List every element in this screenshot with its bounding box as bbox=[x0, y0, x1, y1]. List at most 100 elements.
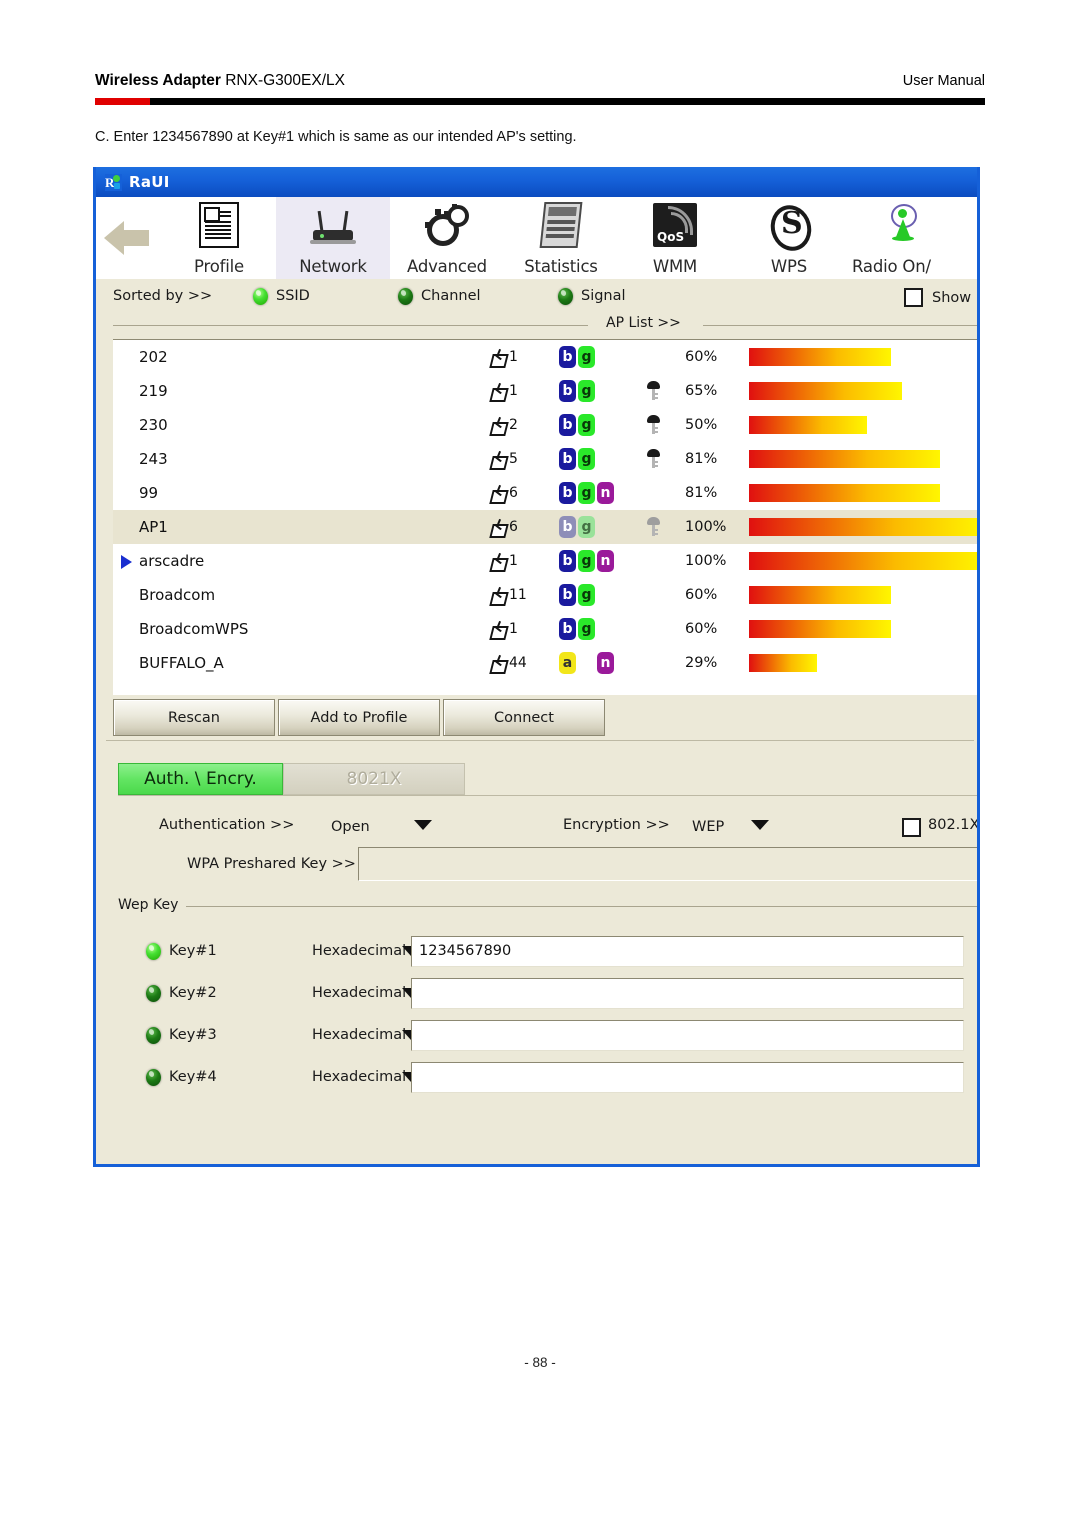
mode-badge-g: g bbox=[578, 414, 595, 436]
show-checkbox-group[interactable]: Show bbox=[904, 288, 971, 307]
wep-key-row: Key#1 Hexadecimal 1234567890 bbox=[118, 931, 977, 971]
toolbar-item-radio-toggle[interactable]: Radio On/ bbox=[846, 197, 960, 279]
toolbar-label-network: Network bbox=[299, 257, 367, 276]
wep-key-radio-3[interactable]: Key#3 bbox=[118, 1026, 217, 1044]
wep-key-format-dropdown[interactable] bbox=[319, 1072, 420, 1082]
key-lock-icon bbox=[647, 381, 660, 401]
ap-mode-badges: bg bbox=[559, 414, 639, 436]
wep-key-input-2[interactable] bbox=[411, 977, 964, 1009]
ap-mode-badges: bg bbox=[559, 448, 639, 470]
ap-channel-number: 1 bbox=[509, 383, 518, 399]
rescan-button[interactable]: Rescan bbox=[113, 699, 275, 736]
wep-key-radio-1[interactable]: Key#1 bbox=[118, 942, 217, 960]
back-button[interactable] bbox=[96, 197, 162, 279]
ap-ssid: 99 bbox=[139, 484, 159, 502]
table-row[interactable]: 243 5 b g 81% bbox=[113, 442, 977, 476]
mode-badge-b: b bbox=[559, 414, 576, 436]
mode-badge-b: b bbox=[559, 448, 576, 470]
ap-list-caption: AP List >> bbox=[598, 315, 689, 331]
ap-signal-bar-fill bbox=[749, 620, 891, 638]
table-row[interactable]: arscadre 1 b g n 100% bbox=[113, 544, 977, 578]
ap-security-cell bbox=[639, 449, 685, 469]
toolbar-item-wps[interactable]: S WPS bbox=[732, 197, 846, 279]
wep-key-format-value[interactable]: Hexadecimal bbox=[214, 943, 406, 959]
ap-channel: 1 bbox=[489, 348, 559, 368]
wep-key-label: Key#2 bbox=[169, 985, 217, 1001]
radio-antenna-icon bbox=[846, 203, 960, 247]
wep-key-divider bbox=[180, 906, 977, 907]
table-row[interactable]: 202 1 b g 60% bbox=[113, 340, 977, 374]
table-row[interactable]: Broadcom 11 b g 60% bbox=[113, 578, 977, 612]
access-point-icon bbox=[489, 484, 509, 504]
wps-circle-icon: S bbox=[732, 200, 846, 256]
ap-channel-number: 1 bbox=[509, 553, 518, 569]
toolbar-label-wps: WPS bbox=[770, 257, 808, 276]
wep-key-format-value[interactable]: Hexadecimal bbox=[214, 1027, 406, 1043]
sort-option-channel[interactable]: Channel bbox=[398, 286, 481, 306]
encryption-chevron-down-icon[interactable] bbox=[751, 820, 769, 830]
table-row[interactable]: 230 2 b g 50% bbox=[113, 408, 977, 442]
tab-8021x[interactable]: 8021X bbox=[283, 763, 465, 795]
document-header: Wireless Adapter RNX-G300EX/LX User Manu… bbox=[95, 72, 985, 98]
sort-bar: Sorted by >> SSID Channel Signal Show bbox=[96, 279, 977, 315]
button-bar-divider bbox=[106, 740, 974, 741]
table-row[interactable]: 219 1 b g 65% bbox=[113, 374, 977, 408]
authentication-value[interactable]: Open bbox=[331, 819, 370, 835]
wep-key-format-dropdown[interactable] bbox=[319, 988, 420, 998]
ap-mode-badges: bg bbox=[559, 618, 639, 640]
access-point-icon bbox=[489, 450, 509, 470]
wpa-preshared-key-input[interactable] bbox=[358, 847, 977, 881]
dot1x-checkbox[interactable] bbox=[902, 818, 921, 837]
sort-option-signal[interactable]: Signal bbox=[558, 286, 626, 306]
wep-key-format-dropdown[interactable] bbox=[319, 946, 420, 956]
wep-key-format-value[interactable]: Hexadecimal bbox=[214, 985, 406, 1001]
ap-signal-percent: 81% bbox=[685, 485, 718, 501]
connect-button[interactable]: Connect bbox=[443, 699, 605, 736]
led-indicator-key1 bbox=[146, 942, 161, 960]
wep-key-input-1[interactable]: 1234567890 bbox=[411, 935, 964, 967]
toolbar-item-profile[interactable]: Profile bbox=[162, 197, 276, 279]
toolbar-item-network[interactable]: Network bbox=[276, 197, 390, 279]
mode-badge-a: a bbox=[559, 652, 576, 674]
ap-ssid: 202 bbox=[139, 348, 168, 366]
wep-key-radio-4[interactable]: Key#4 bbox=[118, 1068, 217, 1086]
ap-channel: 1 bbox=[489, 552, 559, 572]
connected-marker bbox=[113, 340, 139, 374]
ap-signal-bar-fill bbox=[749, 518, 977, 536]
table-row[interactable]: AP1 6 b g 100% bbox=[113, 510, 977, 544]
mode-badge-g: g bbox=[578, 584, 595, 606]
encryption-value[interactable]: WEP bbox=[692, 819, 724, 835]
wep-key-group: Wep Key Key#1 Hexadecimal 1234567890 Key#2 H… bbox=[118, 897, 977, 1127]
show-checkbox[interactable] bbox=[904, 288, 923, 307]
ap-signal-bar bbox=[749, 654, 977, 672]
wep-key-radio-2[interactable]: Key#2 bbox=[118, 984, 217, 1002]
toolbar-item-statistics[interactable]: Statistics bbox=[504, 197, 618, 279]
ap-signal-bar-fill bbox=[749, 552, 977, 570]
wep-key-row: Key#3 Hexadecimal bbox=[118, 1015, 977, 1055]
sort-option-ssid-label: SSID bbox=[276, 288, 310, 304]
sort-option-ssid[interactable]: SSID bbox=[253, 286, 310, 306]
wep-key-input-3[interactable] bbox=[411, 1019, 964, 1051]
toolbar-item-wmm[interactable]: QoS WMM bbox=[618, 197, 732, 279]
table-row[interactable]: 99 6 b g n 81% bbox=[113, 476, 977, 510]
document-header-right: User Manual bbox=[902, 73, 985, 89]
access-point-icon bbox=[489, 552, 509, 572]
table-row[interactable]: BroadcomWPS 1 b g 60% bbox=[113, 612, 977, 646]
raui-app-icon: R bbox=[105, 173, 122, 191]
ap-signal-bar bbox=[749, 382, 977, 400]
connected-marker bbox=[113, 442, 139, 476]
toolbar-item-advanced[interactable]: Advanced bbox=[390, 197, 504, 279]
auth-panel-divider bbox=[118, 795, 977, 796]
access-point-icon bbox=[489, 348, 509, 368]
table-row[interactable]: BUFFALO_A 44 a n 29% bbox=[113, 646, 977, 680]
wep-key-format-value[interactable]: Hexadecimal bbox=[214, 1069, 406, 1085]
access-point-icon bbox=[489, 416, 509, 436]
wep-key-format-dropdown[interactable] bbox=[319, 1030, 420, 1040]
ap-list[interactable]: 202 1 b g 60% 219 1 b g 65% 230 2 b g 50% 243 5 b g 81% 99 6 b… bbox=[113, 339, 977, 695]
tab-auth-encry[interactable]: Auth. \ Encry. bbox=[118, 763, 283, 795]
authentication-chevron-down-icon[interactable] bbox=[414, 820, 432, 830]
toolbar-label-radio-toggle: Radio On/ bbox=[852, 257, 931, 276]
wep-key-input-4[interactable] bbox=[411, 1061, 964, 1093]
add-to-profile-button[interactable]: Add to Profile bbox=[278, 699, 440, 736]
ap-security-cell bbox=[639, 517, 685, 537]
